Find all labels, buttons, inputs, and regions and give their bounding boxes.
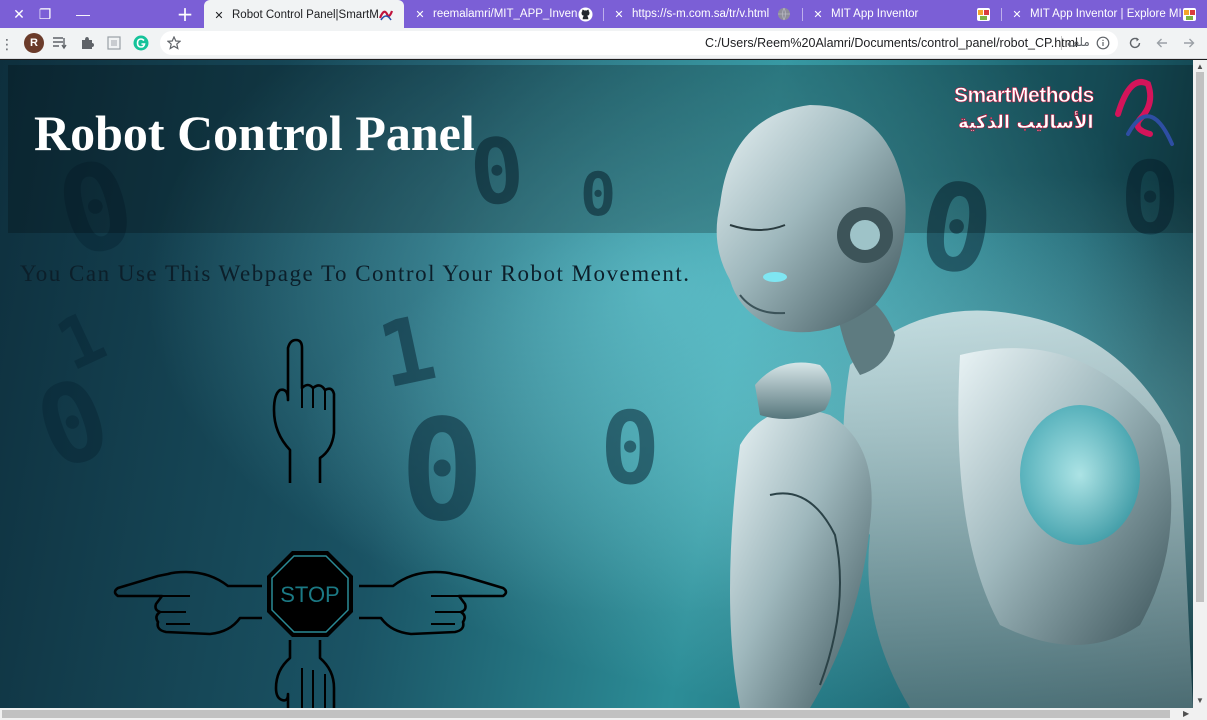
tab-title: MIT App Inventor | Explore MIT A (1030, 8, 1181, 20)
page-title: Robot Control Panel (34, 105, 475, 161)
close-tab-icon[interactable]: ✕ (1008, 8, 1026, 21)
github-icon (577, 6, 593, 22)
vertical-scroll-thumb[interactable] (1196, 72, 1204, 602)
tab-mit-app-inventor-explore[interactable]: ✕ MIT App Inventor | Explore MIT A (1002, 0, 1207, 28)
tab-github-repo[interactable]: ✕ reemalamri/MIT_APP_Inventor (405, 0, 603, 28)
backward-hand-button[interactable] (260, 638, 340, 708)
robot-illustration (716, 105, 1193, 708)
forward-hand-button[interactable] (260, 338, 340, 488)
tab-title: Robot Control Panel|SmartMetho (232, 9, 378, 21)
reload-icon[interactable] (1124, 32, 1146, 54)
restore-window-icon[interactable]: ❐ (26, 0, 64, 28)
tab-title: reemalamri/MIT_APP_Inventor (433, 8, 577, 20)
direction-controls: STOP (110, 338, 510, 708)
smartmethods-logo[interactable]: SmartMethods الأساليب الذكية (950, 74, 1180, 152)
tab-robot-control-panel[interactable]: ✕ Robot Control Panel|SmartMetho (204, 0, 404, 30)
scroll-up-icon[interactable]: ▲ (1196, 62, 1204, 71)
horizontal-scroll-thumb[interactable] (2, 710, 1170, 718)
right-hand-button[interactable] (356, 566, 511, 638)
globe-icon (776, 6, 792, 22)
tab-mit-app-inventor[interactable]: ✕ MIT App Inventor (803, 0, 1001, 28)
smartmethods-logo-mark (1115, 79, 1174, 146)
url-separator (1061, 36, 1062, 50)
close-tab-icon[interactable]: ✕ (809, 8, 827, 21)
minimize-window-icon[interactable]: — (64, 0, 102, 28)
extension-box-icon[interactable] (103, 32, 125, 54)
reading-list-icon[interactable] (49, 32, 71, 54)
logo-text-en: SmartMethods (954, 84, 1095, 108)
close-tab-icon[interactable]: ✕ (610, 8, 628, 21)
extensions-puzzle-icon[interactable] (76, 32, 98, 54)
close-tab-icon[interactable]: ✕ (411, 8, 429, 21)
horizontal-scrollbar[interactable]: ▶ (0, 708, 1207, 720)
tab-title: https://s-m.com.sa/tr/v.html (632, 8, 770, 20)
smartmethods-icon (378, 7, 394, 23)
scheme-label: ملف (1067, 35, 1090, 49)
profile-avatar[interactable]: R (24, 33, 44, 53)
new-tab-button[interactable]: + (172, 2, 198, 26)
close-tab-icon[interactable]: ✕ (210, 9, 228, 22)
stop-button[interactable]: STOP (265, 549, 355, 639)
back-arrow-icon[interactable] (1151, 32, 1173, 54)
site-info-icon[interactable] (1092, 32, 1114, 54)
menu-kebab-icon[interactable]: ⋮ (0, 33, 14, 55)
grammarly-icon[interactable] (130, 32, 152, 54)
scroll-right-icon[interactable]: ▶ (1183, 709, 1189, 718)
tab-s-m-website[interactable]: ✕ https://s-m.com.sa/tr/v.html (604, 0, 802, 28)
vertical-scrollbar[interactable]: ▲ ▼ (1193, 60, 1207, 708)
page-viewport: 0 0 0 1 0 0 0 1 0 0 Robot Control Panel … (0, 60, 1193, 708)
tab-strip: ✕ ❐ — + ✕ Robot Control Panel|SmartMetho… (0, 0, 1207, 30)
forward-arrow-icon[interactable] (1178, 32, 1200, 54)
url-text[interactable]: C:/Users/Reem%20Alamri/Documents/control… (705, 36, 1078, 50)
page-subtitle: You Can Use This Webpage To Control Your… (20, 261, 691, 286)
logo-text-ar: الأساليب الذكية (958, 112, 1094, 134)
left-hand-button[interactable] (110, 566, 265, 638)
stop-label: STOP (280, 582, 340, 607)
app-inventor-icon (1181, 6, 1197, 22)
tab-title: MIT App Inventor (831, 8, 919, 20)
bookmark-star-icon[interactable] (163, 32, 185, 54)
app-inventor-icon (975, 6, 991, 22)
background-decoration: 0 (600, 390, 661, 507)
scroll-down-icon[interactable]: ▼ (1196, 696, 1204, 705)
